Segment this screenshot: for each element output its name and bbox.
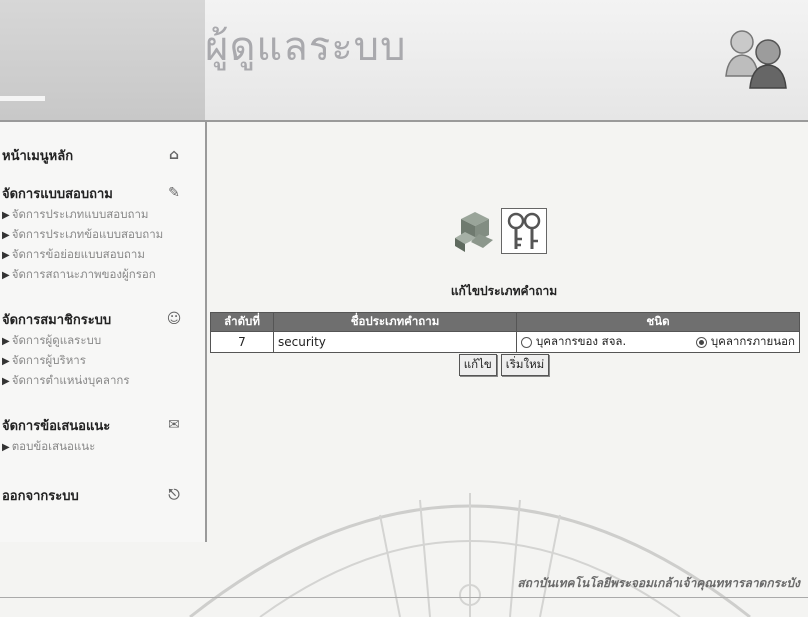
radio-internal-staff[interactable]: บุคลากรของ สจล.: [521, 333, 626, 351]
footer-divider: [0, 597, 808, 598]
radio-external-dot[interactable]: [695, 336, 707, 348]
cubes-icon: [455, 212, 493, 252]
menu-item-respondent-status[interactable]: ▶ จัดการสถานะภาพของผู้กรอก: [0, 264, 205, 284]
suggestion-icon: ✉: [168, 417, 180, 433]
radio-internal-dot[interactable]: [521, 336, 532, 348]
form-buttons: แก้ไข เริ่มใหม่: [208, 354, 800, 376]
question-type-name-value: security: [278, 335, 326, 349]
menu-item-positions[interactable]: ▶ จัดการตำแหน่งบุคลากร: [0, 370, 205, 390]
bullet-icon: ▶: [2, 270, 10, 281]
form-icons: [453, 208, 553, 258]
menu-home[interactable]: หน้าเมนูหลัก ⌂: [0, 144, 205, 166]
footer-institution-name: สถาบันเทคโนโลยีพระจอมเกล้าเจ้าคุณทหารลาด…: [517, 576, 800, 590]
menu-group-survey: จัดการแบบสอบถาม ✎ ▶ จัดการประเภทแบบสอบถาม…: [0, 182, 205, 284]
question-type-name-field[interactable]: security: [273, 331, 517, 353]
column-header-name: ชื่อประเภทคำถาม: [273, 312, 517, 332]
bullet-icon: ▶: [2, 442, 10, 453]
header-strip: [0, 96, 45, 101]
keys-icon: [501, 208, 547, 254]
menu-logout-label: ออกจากระบบ: [2, 488, 79, 504]
survey-icon: ✎: [168, 185, 180, 201]
menu-item-reply-suggestions[interactable]: ▶ ตอบข้อเสนอแนะ: [0, 436, 205, 456]
menu-members[interactable]: จัดการสมาชิกระบบ ☺: [0, 308, 205, 330]
menu-item-executives[interactable]: ▶ จัดการผู้บริหาร: [0, 350, 205, 370]
menu-members-label: จัดการสมาชิกระบบ: [2, 312, 112, 328]
cell-type: บุคลากรของ สจล. บุคลากรภายนอก: [516, 331, 800, 353]
home-icon: ⌂: [168, 147, 180, 163]
menu-group-members: จัดการสมาชิกระบบ ☺ ▶ จัดการผู้ดูแลระบบ ▶ จ…: [0, 308, 205, 390]
admin-users-icon: [725, 30, 787, 89]
column-header-type: ชนิด: [516, 312, 800, 332]
menu-survey-label: จัดการแบบสอบถาม: [2, 186, 113, 202]
header-banner-left: [0, 0, 205, 120]
reset-button[interactable]: เริ่มใหม่: [500, 354, 550, 376]
table-header-row: ลำดับที่ ชื่อประเภทคำถาม ชนิด: [210, 312, 800, 332]
radio-external-label: บุคลากรภายนอก: [710, 334, 795, 348]
bullet-icon: ▶: [2, 210, 10, 221]
page-header: ผู้ดูแลระบบ: [0, 0, 808, 122]
form-title: แก้ไขประเภทคำถาม: [450, 284, 558, 298]
radio-external-staff[interactable]: บุคลากรภายนอก: [695, 333, 795, 351]
menu-group-suggestions: จัดการข้อเสนอแนะ ✉ ▶ ตอบข้อเสนอแนะ: [0, 414, 205, 456]
question-type-table: ลำดับที่ ชื่อประเภทคำถาม ชนิด 7 security…: [210, 312, 800, 353]
menu-item-survey-question-type[interactable]: ▶ จัดการประเภทข้อแบบสอบถาม: [0, 224, 205, 244]
table-row: 7 security บุคลากรของ สจล. บุคลากรภายนอก: [210, 331, 800, 353]
menu-suggestions[interactable]: จัดการข้อเสนอแนะ ✉: [0, 414, 205, 436]
bullet-icon: ▶: [2, 250, 10, 261]
cell-no: 7: [210, 331, 274, 353]
bullet-icon: ▶: [2, 376, 10, 387]
radio-internal-label: บุคลากรของ สจล.: [536, 334, 627, 348]
bullet-icon: ▶: [2, 356, 10, 367]
menu-item-survey-subitem[interactable]: ▶ จัดการข้อย่อยแบบสอบถาม: [0, 244, 205, 264]
edit-button[interactable]: แก้ไข: [458, 354, 497, 376]
menu-item-admins[interactable]: ▶ จัดการผู้ดูแลระบบ: [0, 330, 205, 350]
bullet-icon: ▶: [2, 336, 10, 347]
members-icon: ☺: [166, 311, 182, 327]
menu-item-survey-type[interactable]: ▶ จัดการประเภทแบบสอบถาม: [0, 204, 205, 224]
page-title: ผู้ดูแลระบบ: [205, 24, 407, 70]
menu-group-home: หน้าเมนูหลัก ⌂: [0, 144, 205, 166]
column-header-no: ลำดับที่: [210, 312, 274, 332]
bullet-icon: ▶: [2, 230, 10, 241]
menu-survey[interactable]: จัดการแบบสอบถาม ✎: [0, 182, 205, 204]
menu-suggestions-label: จัดการข้อเสนอแนะ: [2, 418, 111, 434]
menu-home-label: หน้าเมนูหลัก: [2, 148, 74, 164]
